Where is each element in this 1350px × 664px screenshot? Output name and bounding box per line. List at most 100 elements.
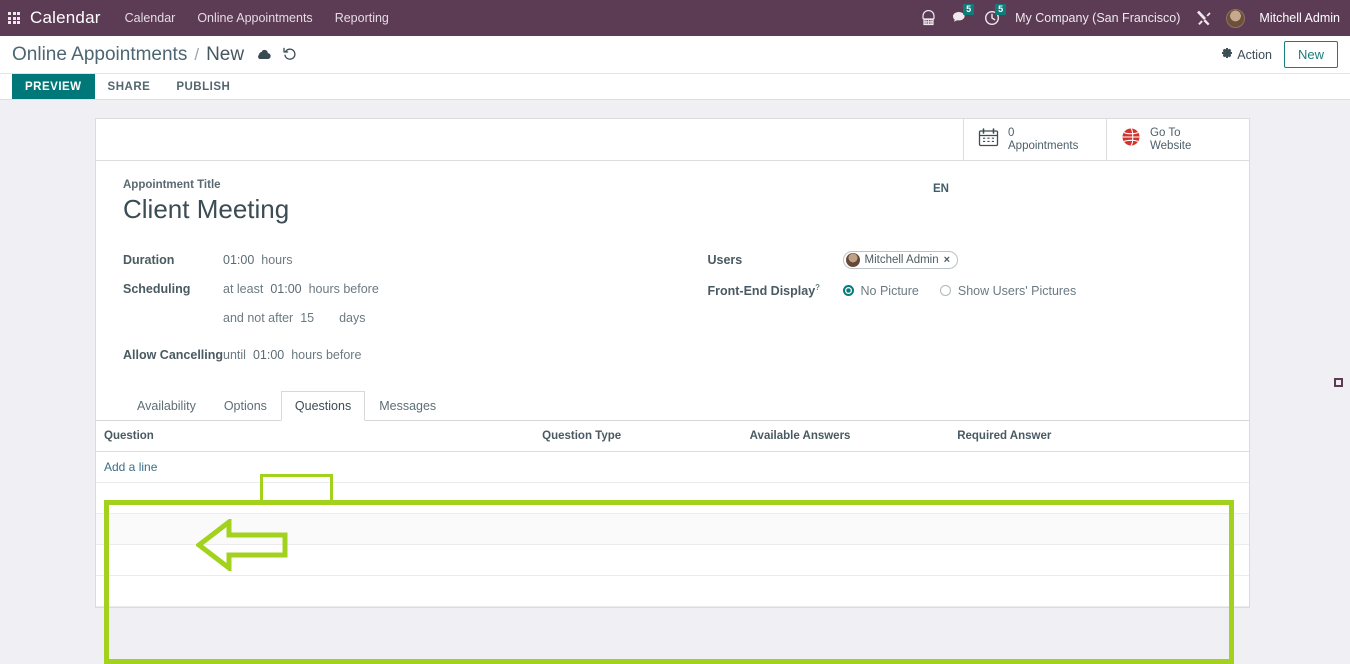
table-row — [96, 513, 1249, 545]
chat-bubble-icon[interactable]: 5 — [951, 4, 975, 27]
website-publish-bar: PREVIEW SHARE PUBLISH — [0, 74, 1350, 100]
radio-no-picture[interactable]: No Picture — [842, 283, 919, 298]
stat-website-line2: Website — [1150, 139, 1192, 152]
empty-cell — [96, 513, 1249, 545]
preview-button[interactable]: PREVIEW — [12, 74, 95, 99]
field-not-after: and not after 15 days — [123, 303, 673, 332]
form-sheet: 0 Appointments Go To Website Appointment… — [95, 118, 1250, 608]
user-tag-avatar — [845, 252, 860, 267]
notafter-days-input[interactable]: 15 — [300, 311, 314, 325]
nav-item-online-appointments[interactable]: Online Appointments — [197, 11, 312, 25]
scheduling-prefix: at least — [223, 281, 264, 296]
field-duration: Duration 01:00 hours — [123, 245, 673, 274]
field-front-end-display: Front-End Display? No Picture Show Users… — [708, 276, 1223, 305]
questions-table-head: Question Question Type Available Answers… — [96, 421, 1249, 452]
notafter-prefix: and not after — [223, 310, 294, 325]
tools-icon[interactable] — [1194, 9, 1212, 27]
radio-show-pictures-label: Show Users' Pictures — [957, 283, 1077, 298]
empty-cell — [96, 544, 1249, 576]
questions-table: Question Question Type Available Answers… — [96, 421, 1249, 607]
form-columns: Duration 01:00 hours Scheduling at least… — [123, 245, 1222, 369]
table-row — [96, 482, 1249, 514]
control-panel-actions: Action New — [1221, 41, 1338, 68]
duration-label: Duration — [123, 252, 175, 267]
cancel-hours-input[interactable]: 01:00 — [253, 348, 284, 362]
edge-marker — [1334, 378, 1343, 387]
frontend-display-label-text: Front-End Display — [707, 284, 816, 299]
appointment-title-input[interactable]: Client Meeting — [123, 194, 1222, 225]
tab-questions[interactable]: Questions — [280, 391, 366, 421]
apps-grid-icon[interactable] — [8, 12, 20, 24]
tab-availability[interactable]: Availability — [123, 391, 210, 421]
breadcrumb-separator: / — [194, 44, 200, 64]
scheduling-suffix: hours before — [308, 281, 379, 296]
stat-button-go-to-website[interactable]: Go To Website — [1106, 119, 1249, 160]
action-label: Action — [1237, 47, 1272, 62]
company-selector[interactable]: My Company (San Francisco) — [1015, 11, 1180, 25]
share-button[interactable]: SHARE — [95, 74, 164, 99]
stat-appointments-text: 0 Appointments — [1008, 127, 1078, 153]
notebook: Availability Options Questions Messages … — [96, 391, 1249, 607]
messages-badge: 5 — [963, 4, 975, 15]
calendar-icon — [978, 127, 999, 152]
app-brand-calendar[interactable]: Calendar — [30, 8, 101, 28]
scheduling-min-hours-input[interactable]: 01:00 — [270, 282, 301, 296]
control-panel: Online Appointments / New Action New — [0, 36, 1350, 74]
add-a-line-link[interactable]: Add a line — [104, 460, 157, 474]
column-required-answer: Required Answer — [949, 421, 1249, 452]
add-a-line-cell[interactable]: Add a line — [96, 451, 1249, 483]
questions-table-header-row: Question Question Type Available Answers… — [96, 421, 1249, 452]
field-scheduling: Scheduling at least 01:00 hours before — [123, 274, 673, 303]
user-tag-label: Mitchell Admin — [864, 253, 939, 266]
column-available-answers: Available Answers — [741, 421, 950, 452]
allow-cancelling-label: Allow Cancelling — [123, 347, 224, 362]
empty-cell — [96, 482, 1249, 514]
table-row — [96, 575, 1249, 607]
avatar[interactable] — [1226, 8, 1246, 28]
clock-icon[interactable]: 5 — [983, 4, 1007, 27]
radio-no-picture-label: No Picture — [860, 283, 919, 298]
field-users: Users Mitchell Admin × — [708, 245, 1223, 274]
stat-appointments-label: Appointments — [1008, 139, 1079, 152]
user-tag-mitchell-admin[interactable]: Mitchell Admin × — [842, 250, 959, 269]
stat-website-text: Go To Website — [1150, 127, 1191, 153]
notebook-tabs: Availability Options Questions Messages — [96, 391, 1249, 421]
nav-item-calendar[interactable]: Calendar — [125, 11, 176, 25]
action-menu-button[interactable]: Action — [1221, 47, 1272, 62]
gear-icon — [1221, 47, 1233, 62]
help-tooltip-icon[interactable]: ? — [815, 283, 820, 292]
column-question: Question — [96, 421, 535, 452]
stat-website-line1: Go To — [1150, 126, 1181, 139]
activities-badge: 5 — [995, 4, 1007, 15]
frontend-display-label: Front-End Display? — [708, 283, 843, 298]
column-question-type: Question Type — [534, 421, 742, 452]
form-view-content: 0 Appointments Go To Website Appointment… — [0, 100, 1350, 664]
breadcrumb-root[interactable]: Online Appointments — [12, 44, 187, 66]
stat-appointments-count: 0 — [1008, 126, 1015, 139]
breadcrumb: Online Appointments / New — [12, 44, 297, 66]
tab-messages[interactable]: Messages — [365, 391, 450, 421]
radio-show-pictures-dot — [939, 285, 951, 296]
form-body: Appointment Title Client Meeting EN Dura… — [96, 161, 1249, 369]
add-a-line-row[interactable]: Add a line — [96, 451, 1249, 483]
tab-options[interactable]: Options — [210, 391, 281, 421]
duration-unit: hours — [261, 252, 293, 267]
publish-button[interactable]: PUBLISH — [163, 74, 243, 99]
navbar-right-cluster: 5 5 My Company (San Francisco) Mitchell … — [919, 4, 1340, 28]
field-allow-cancelling: Allow Cancelling until 01:00 hours befor… — [123, 340, 673, 369]
user-menu[interactable]: Mitchell Admin — [1259, 11, 1340, 25]
cloud-save-icon[interactable] — [256, 47, 271, 63]
phone-icon[interactable] — [919, 9, 937, 27]
language-selector[interactable]: EN — [933, 183, 949, 195]
nav-item-reporting[interactable]: Reporting — [335, 11, 389, 25]
stat-button-appointments[interactable]: 0 Appointments — [963, 119, 1106, 160]
breadcrumb-current: New — [206, 43, 245, 65]
undo-discard-icon[interactable] — [283, 47, 297, 63]
new-button[interactable]: New — [1283, 41, 1338, 68]
duration-input[interactable]: 01:00 — [223, 253, 254, 267]
form-column-left: Duration 01:00 hours Scheduling at least… — [123, 245, 673, 369]
radio-show-pictures[interactable]: Show Users' Pictures — [939, 283, 1077, 298]
close-icon[interactable]: × — [944, 254, 950, 266]
radio-no-picture-dot — [842, 285, 854, 296]
questions-table-body: Add a line — [96, 451, 1249, 607]
